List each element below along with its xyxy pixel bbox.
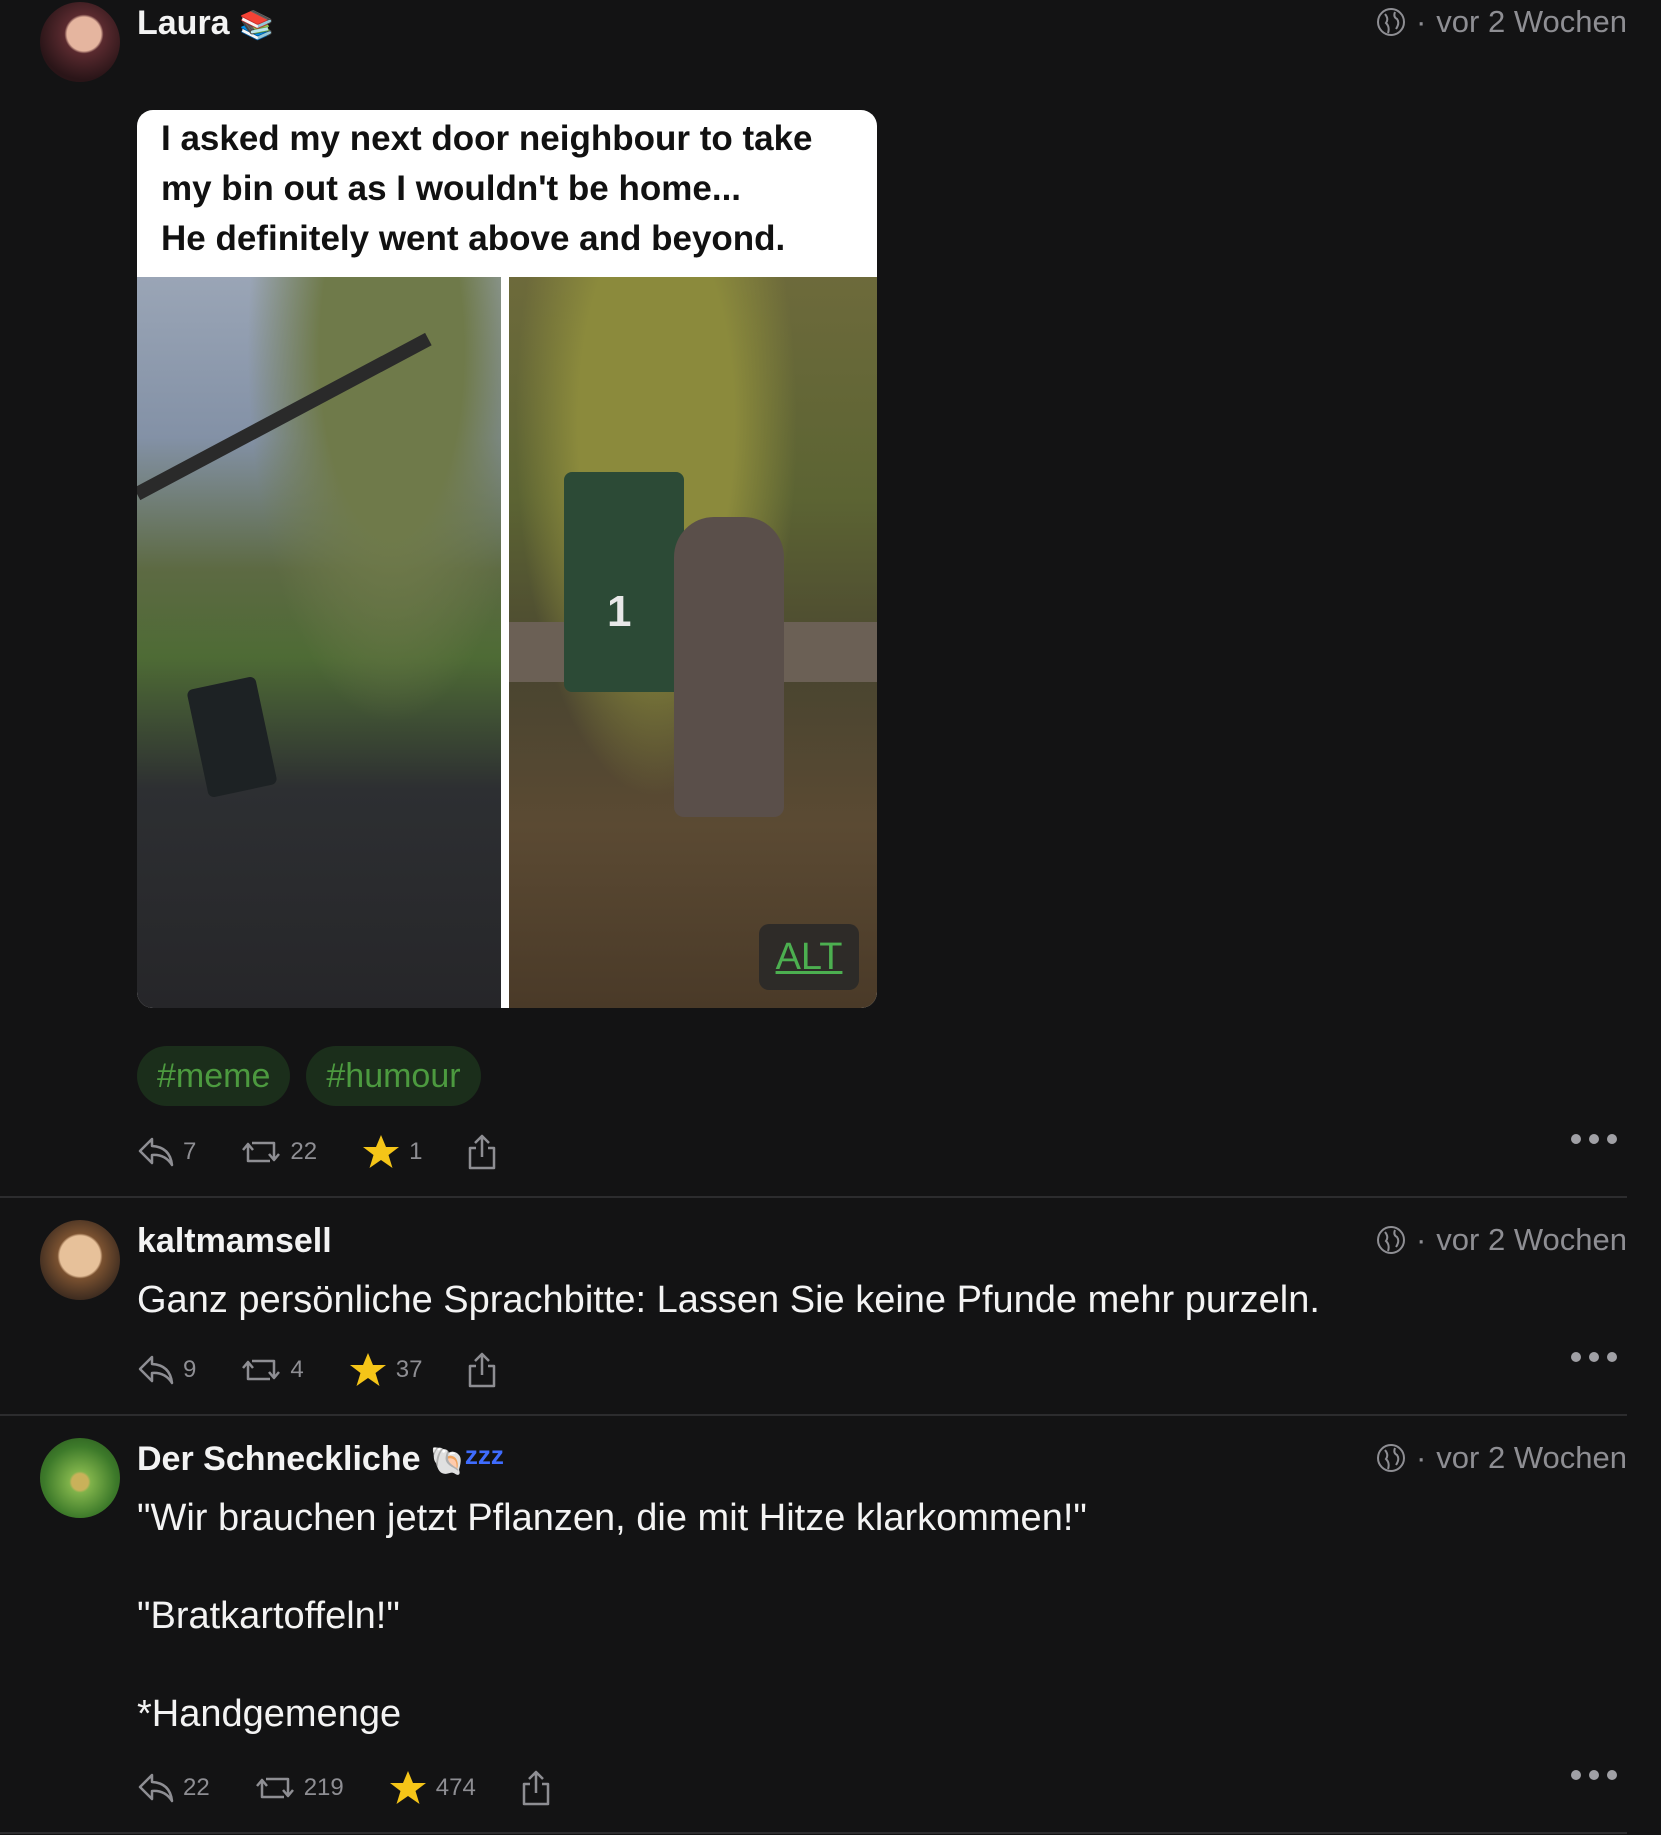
favourite-count: 37 — [395, 1356, 423, 1383]
post-laura: Laura 📚 · vor 2 Wochen I asked my next d… — [0, 0, 1627, 1198]
post-text: "Wir brauchen jetzt Pflanzen, die mit Hi… — [137, 1497, 1087, 1735]
meta-dot: · — [1415, 1222, 1427, 1257]
star-icon — [349, 1353, 386, 1386]
timestamp[interactable]: vor 2 Wochen — [1436, 1222, 1627, 1258]
more-options-button[interactable] — [1571, 1770, 1617, 1780]
star-icon — [363, 1135, 400, 1168]
author-emoji: 📚 — [239, 9, 274, 41]
post-kaltmamsell: kaltmamsell · vor 2 Wochen Ganz persönli… — [0, 1198, 1627, 1416]
favourite-button[interactable]: 474 — [388, 1769, 476, 1807]
share-button[interactable] — [520, 1769, 552, 1807]
timestamp[interactable]: vor 2 Wochen — [1436, 4, 1627, 40]
timestamp[interactable]: vor 2 Wochen — [1436, 1440, 1627, 1476]
boost-button[interactable]: 219 — [254, 1771, 344, 1805]
author-emoji: 🐚 — [429, 1445, 465, 1477]
reply-count: 9 — [183, 1356, 197, 1383]
action-bar: 9 4 37 — [137, 1348, 1627, 1392]
bin-number: 1 — [607, 587, 632, 636]
post-text: Ganz persönliche Sprachbitte: Lassen Sie… — [137, 1279, 1320, 1321]
share-button[interactable] — [466, 1133, 498, 1171]
favourite-count: 1 — [409, 1138, 423, 1165]
post-meta: · vor 2 Wochen — [1376, 1440, 1627, 1476]
author-label: Der Schneckliche — [137, 1440, 421, 1478]
globe-icon — [1376, 1226, 1405, 1254]
share-icon — [469, 1134, 496, 1170]
bin-left — [186, 675, 278, 799]
avatar[interactable] — [40, 2, 120, 82]
photo-bench: 1 — [509, 277, 877, 1008]
alt-text-button[interactable]: ALT — [759, 924, 859, 990]
sleep-emoji: zzz — [464, 1440, 504, 1470]
reply-button[interactable]: 7 — [137, 1135, 196, 1169]
reply-icon — [138, 1137, 174, 1167]
globe-icon — [1376, 8, 1405, 36]
boost-icon — [242, 1141, 281, 1163]
bin-right — [564, 472, 684, 692]
media-image[interactable]: I asked my next door neighbour to take m… — [137, 110, 877, 1008]
author-name[interactable]: kaltmamsell — [137, 1222, 332, 1261]
author-label: Laura — [137, 4, 230, 42]
reply-button[interactable]: 22 — [137, 1771, 210, 1805]
avatar[interactable] — [40, 1438, 120, 1518]
favourite-button[interactable]: 37 — [348, 1351, 423, 1389]
meta-dot: · — [1415, 1440, 1427, 1475]
reply-icon — [138, 1355, 174, 1385]
boost-button[interactable]: 4 — [240, 1353, 304, 1387]
image-caption: I asked my next door neighbour to take m… — [161, 119, 813, 258]
favourite-count: 474 — [435, 1774, 476, 1801]
hashtag-meme[interactable]: #meme — [137, 1046, 291, 1106]
post-meta: · vor 2 Wochen — [1376, 4, 1627, 40]
boost-icon — [242, 1359, 281, 1381]
post-meta: · vor 2 Wochen — [1376, 1222, 1627, 1258]
more-options-button[interactable] — [1571, 1352, 1617, 1362]
boost-icon — [255, 1777, 294, 1799]
share-icon — [469, 1352, 496, 1388]
boost-count: 4 — [290, 1356, 304, 1383]
reply-button[interactable]: 9 — [137, 1353, 196, 1387]
boost-count: 219 — [303, 1774, 344, 1801]
more-options-button[interactable] — [1571, 1134, 1617, 1144]
boost-button[interactable]: 22 — [240, 1135, 317, 1169]
photo-swing — [137, 277, 501, 1008]
star-icon — [389, 1771, 426, 1804]
hashtag-list: #meme #humour — [137, 1046, 481, 1106]
favourite-button[interactable]: 1 — [361, 1133, 422, 1171]
action-bar: 22 219 474 — [137, 1766, 1627, 1810]
hashtag-humour[interactable]: #humour — [306, 1046, 481, 1106]
reply-count: 22 — [183, 1774, 210, 1801]
author-name[interactable]: Der Schneckliche 🐚zzz — [137, 1440, 504, 1479]
reply-icon — [138, 1773, 174, 1803]
reply-count: 7 — [183, 1138, 197, 1165]
share-icon — [522, 1770, 550, 1806]
post-der-schneckliche: Der Schneckliche 🐚zzz · vor 2 Wochen "Wi… — [0, 1416, 1627, 1834]
author-name[interactable]: Laura 📚 — [137, 4, 274, 43]
boost-count: 22 — [290, 1138, 318, 1165]
globe-icon — [1376, 1444, 1405, 1472]
action-bar: 7 22 1 — [137, 1130, 1627, 1174]
man-figure — [674, 517, 784, 817]
share-button[interactable] — [466, 1351, 498, 1389]
avatar[interactable] — [40, 1220, 120, 1300]
meta-dot: · — [1415, 4, 1427, 39]
